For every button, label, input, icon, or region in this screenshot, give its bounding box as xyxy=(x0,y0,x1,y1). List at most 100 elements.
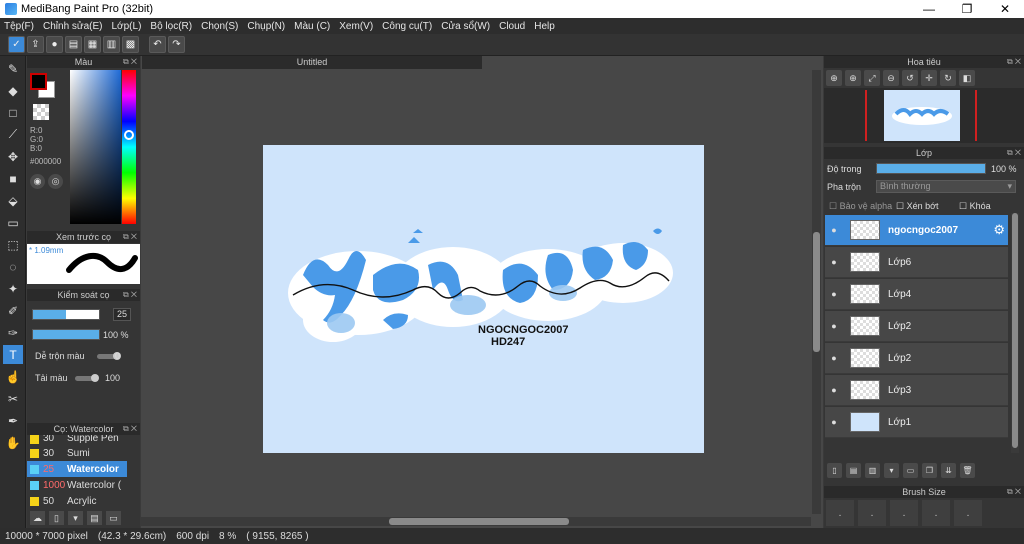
visibility-dot-icon[interactable]: ● xyxy=(825,417,843,427)
fit-window-icon[interactable]: ✛ xyxy=(921,70,937,86)
menu-tools[interactable]: Công cụ(T) xyxy=(382,21,432,32)
eraser-tool-icon[interactable]: ◆ xyxy=(3,81,23,100)
brush-size-cell[interactable]: . xyxy=(858,500,886,526)
menu-filter[interactable]: Bộ lọc(R) xyxy=(150,21,192,32)
panel-controls-icon[interactable]: ⧉ ✕ xyxy=(1007,56,1021,68)
vertical-scrollbar[interactable] xyxy=(812,70,821,514)
menu-color[interactable]: Màu (C) xyxy=(294,21,330,32)
dot-tool-icon[interactable]: ⟋ xyxy=(3,125,23,144)
select-eraser-tool-icon[interactable]: ✑ xyxy=(3,323,23,342)
visibility-dot-icon[interactable]: ● xyxy=(825,225,843,235)
divide-tool-icon[interactable]: ✂ xyxy=(3,389,23,408)
menu-snap[interactable]: Chụp(N) xyxy=(247,21,285,32)
transparent-color-swatch[interactable] xyxy=(33,104,49,120)
menu-help[interactable]: Help xyxy=(534,21,555,32)
brush-settings-icon[interactable]: ▤ xyxy=(87,511,102,525)
new-brush-icon[interactable]: ▯ xyxy=(49,511,64,525)
gear-icon[interactable]: ⚙ xyxy=(993,222,1005,238)
lasso-tool-icon[interactable]: ◌ xyxy=(3,257,23,276)
menu-edit[interactable]: Chỉnh sửa(E) xyxy=(43,21,103,32)
brush-item[interactable]: 30 Sumi xyxy=(27,445,127,461)
new-layer-1bit-icon[interactable]: ▥ xyxy=(865,463,880,478)
rectangle-tool-icon[interactable]: □ xyxy=(3,103,23,122)
flip-icon[interactable]: ◧ xyxy=(959,70,975,86)
horizontal-scrollbar[interactable] xyxy=(141,517,811,526)
cloud-brush-icon[interactable]: ☁ xyxy=(30,511,45,525)
layer-row[interactable]: ● Lớp2 xyxy=(825,343,1008,374)
document-tab[interactable]: Untitled xyxy=(142,56,482,69)
panel-controls-icon[interactable]: ⧉ ✕ xyxy=(1007,147,1021,159)
fit-icon[interactable]: ⤢ xyxy=(864,70,880,86)
brush-tool-icon[interactable]: ✎ xyxy=(3,59,23,78)
layer-row[interactable]: ● Lớp6 xyxy=(825,247,1008,278)
clipping-option[interactable]: ☐ Xén bớt xyxy=(896,201,939,212)
pages-icon[interactable]: ▥ xyxy=(103,36,120,53)
select-pen-tool-icon[interactable]: ✐ xyxy=(3,301,23,320)
navigator-view[interactable] xyxy=(824,88,1024,143)
zoom-out-icon[interactable]: ⊖ xyxy=(883,70,899,86)
visibility-dot-icon[interactable]: ● xyxy=(825,385,843,395)
brush-size-cell[interactable]: . xyxy=(826,500,854,526)
brush-folder-icon[interactable]: ▭ xyxy=(106,511,121,525)
layer-row[interactable]: ● Lớp1 xyxy=(825,407,1008,438)
bucket-tool-icon[interactable]: ⬙ xyxy=(3,191,23,210)
gradient-tool-icon[interactable]: ▭ xyxy=(3,213,23,232)
close-button[interactable]: ✕ xyxy=(986,0,1024,18)
menu-cloud[interactable]: Cloud xyxy=(499,21,525,32)
hue-knob[interactable] xyxy=(124,130,134,140)
saturation-value-picker[interactable] xyxy=(70,70,121,224)
page-icon[interactable]: ▦ xyxy=(84,36,101,53)
menu-window[interactable]: Cửa sổ(W) xyxy=(441,21,490,32)
comment-icon[interactable]: ● xyxy=(46,36,63,53)
panel-controls-icon[interactable]: ⧉ ✕ xyxy=(123,56,137,68)
layer-scrollbar[interactable] xyxy=(1011,213,1019,453)
brush-item-selected[interactable]: 25 Watercolor xyxy=(27,461,127,477)
visibility-dot-icon[interactable]: ● xyxy=(825,353,843,363)
brush-opacity-bar[interactable] xyxy=(32,329,100,340)
fill-rect-tool-icon[interactable]: ■ xyxy=(3,169,23,188)
lock-option[interactable]: ☐ Khóa xyxy=(959,201,991,212)
delete-layer-icon[interactable]: 🗑 xyxy=(960,463,975,478)
brush-item[interactable]: 50 Acrylic xyxy=(27,493,127,509)
panel-controls-icon[interactable]: ⧉ ✕ xyxy=(123,231,137,243)
select-tool-icon[interactable]: ⬚ xyxy=(3,235,23,254)
rotate-left-icon[interactable]: ↺ xyxy=(902,70,918,86)
visibility-dot-icon[interactable]: ● xyxy=(825,257,843,267)
panel-controls-icon[interactable]: ⧉ ✕ xyxy=(123,423,137,435)
hand-tool-icon[interactable]: ✋ xyxy=(3,433,23,452)
menu-file[interactable]: Tệp(F) xyxy=(4,21,34,32)
duplicate-layer-icon[interactable]: ❐ xyxy=(922,463,937,478)
brush-size-value[interactable]: 25 xyxy=(113,308,131,321)
document-icon[interactable]: ▤ xyxy=(65,36,82,53)
add-layer-menu-icon[interactable]: ▾ xyxy=(884,463,899,478)
layer-row-selected[interactable]: ● ngocngoc2007 ⚙ xyxy=(825,215,1008,246)
layer-row[interactable]: ● Lớp3 xyxy=(825,375,1008,406)
new-folder-icon[interactable]: ▭ xyxy=(903,463,918,478)
new-layer-icon[interactable]: ▯ xyxy=(827,463,842,478)
text-tool-icon[interactable]: T xyxy=(3,345,23,364)
layer-row[interactable]: ● Lớp2 xyxy=(825,311,1008,342)
minimize-button[interactable]: — xyxy=(910,0,948,18)
zoom-in-alt-icon[interactable]: ⊕ xyxy=(845,70,861,86)
menu-layer[interactable]: Lớp(L) xyxy=(112,21,142,32)
panel-controls-icon[interactable]: ⧉ ✕ xyxy=(123,289,137,301)
layer-row[interactable]: ● Lớp4 xyxy=(825,279,1008,310)
visibility-dot-icon[interactable]: ● xyxy=(825,289,843,299)
palette-icon[interactable]: ◉ xyxy=(30,174,45,189)
visibility-dot-icon[interactable]: ● xyxy=(825,321,843,331)
new-layer-8bit-icon[interactable]: ▤ xyxy=(846,463,861,478)
load-slider[interactable] xyxy=(75,374,99,382)
operation-tool-icon[interactable]: ☝ xyxy=(3,367,23,386)
protect-alpha-option[interactable]: ☐ Bảo vệ alpha xyxy=(829,201,892,212)
rotate-right-icon[interactable]: ↻ xyxy=(940,70,956,86)
menu-view[interactable]: Xem(V) xyxy=(339,21,373,32)
magic-wand-tool-icon[interactable]: ✦ xyxy=(3,279,23,298)
cloud-check-icon[interactable]: ✓ xyxy=(8,36,25,53)
redo-icon[interactable]: ↷ xyxy=(168,36,185,53)
brush-size-cell[interactable]: . xyxy=(890,500,918,526)
brush-size-cell[interactable]: . xyxy=(954,500,982,526)
add-brush-icon[interactable]: ▾ xyxy=(68,511,83,525)
drawing-canvas[interactable]: NGOCNGOC2007 HD247 xyxy=(263,145,704,453)
blend-mode-select[interactable]: Bình thường ▾ xyxy=(876,180,1016,193)
panel-controls-icon[interactable]: ⧉ ✕ xyxy=(1007,486,1021,498)
